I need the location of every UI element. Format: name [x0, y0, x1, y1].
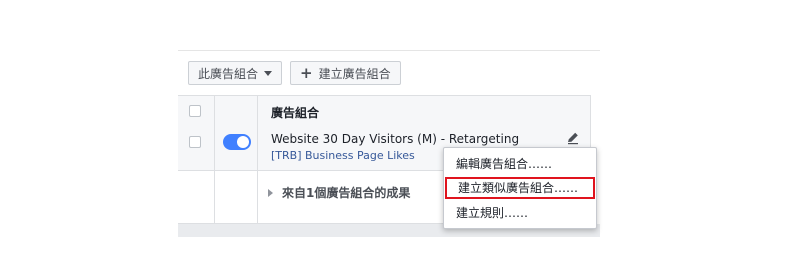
adset-toggle[interactable] — [223, 134, 251, 150]
column-header-adset: 廣告組合 — [271, 106, 320, 120]
toggle-knob — [237, 136, 249, 148]
toolbar: 此廣告組合 + 建立廣告組合 — [188, 61, 401, 85]
menu-item-edit-adset[interactable]: 編輯廣告組合…… — [445, 153, 595, 175]
adset-context-menu: 編輯廣告組合…… 建立類似廣告組合…… 建立規則…… — [443, 147, 597, 229]
adset-name[interactable]: Website 30 Day Visitors (M) - Retargetin… — [271, 132, 519, 146]
table-header: 廣告組合 — [178, 95, 590, 127]
pencil-icon[interactable] — [566, 131, 580, 145]
create-adset-button[interactable]: + 建立廣告組合 — [290, 61, 401, 85]
menu-item-create-rule[interactable]: 建立規則…… — [445, 202, 595, 224]
adset-dropdown-button[interactable]: 此廣告組合 — [188, 61, 283, 85]
caret-down-icon — [264, 70, 273, 76]
column-divider — [257, 95, 258, 171]
row-checkbox[interactable] — [189, 136, 201, 148]
column-divider — [214, 95, 215, 223]
expand-arrow-icon[interactable] — [268, 189, 273, 197]
adset-dropdown-label: 此廣告組合 — [198, 66, 259, 81]
adset-page-link[interactable]: [TRB] Business Page Likes — [271, 149, 415, 162]
results-summary-label: 來自1個廣告組合的成果 — [282, 186, 411, 200]
menu-item-create-similar-adset[interactable]: 建立類似廣告組合…… — [445, 177, 595, 199]
select-all-checkbox[interactable] — [189, 105, 201, 117]
create-adset-label: 建立廣告組合 — [318, 66, 391, 81]
plus-icon: + — [300, 63, 313, 82]
column-divider — [257, 171, 258, 223]
